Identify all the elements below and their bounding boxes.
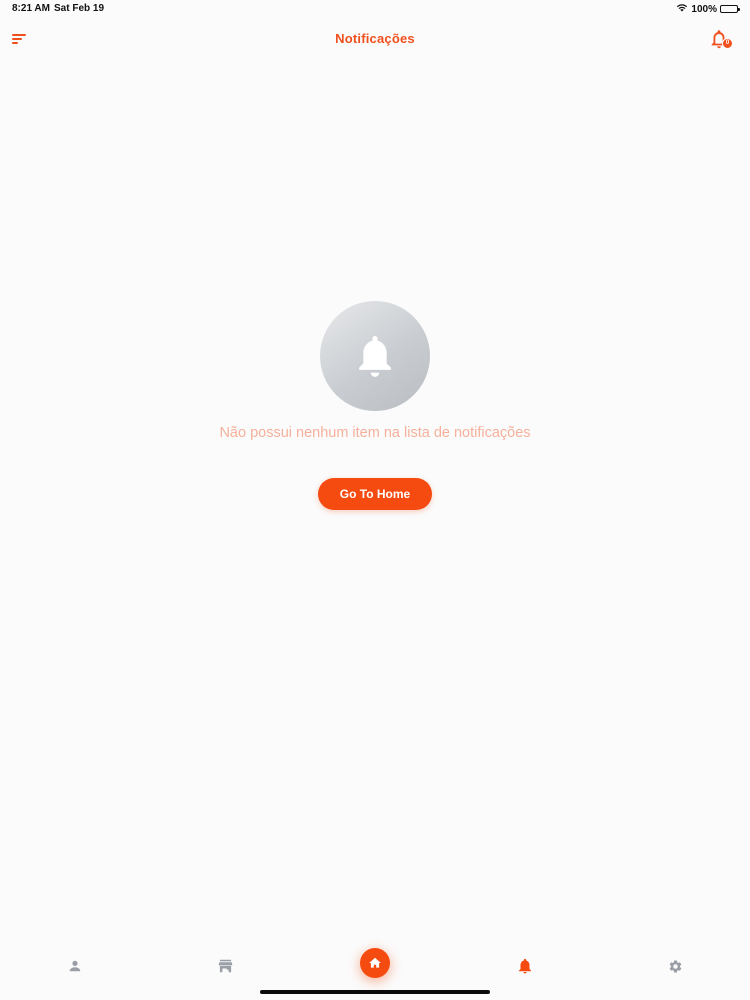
person-icon [69, 960, 81, 972]
nav-settings[interactable] [663, 954, 687, 978]
status-indicators: 100% [676, 3, 740, 15]
status-date: Sat Feb 19 [54, 3, 105, 14]
nav-notifications[interactable] [513, 954, 537, 978]
top-bar: Notificações 0 [0, 24, 750, 54]
nav-home[interactable] [360, 948, 390, 978]
notifications-button[interactable]: 0 [708, 28, 733, 50]
empty-state: Não possui nenhum item na lista de notif… [0, 301, 750, 510]
wifi-icon [676, 3, 688, 15]
battery-icon [720, 5, 740, 13]
empty-state-illustration [320, 301, 430, 411]
bell-icon [519, 958, 531, 974]
go-to-home-button[interactable]: Go To Home [318, 478, 432, 510]
bottom-nav [0, 930, 750, 1000]
home-icon [369, 957, 381, 968]
home-indicator [260, 990, 490, 994]
nav-store[interactable] [213, 954, 237, 978]
nav-profile[interactable] [63, 954, 87, 978]
bell-icon [359, 336, 391, 377]
status-time: 8:21 AM [12, 3, 50, 14]
notification-count-badge: 0 [722, 38, 733, 49]
battery-percent: 100% [691, 3, 717, 15]
store-icon [218, 959, 232, 973]
empty-state-message: Não possui nenhum item na lista de notif… [219, 425, 531, 441]
status-bar: 8:21 AM Sat Feb 19 100% [0, 0, 750, 18]
gear-icon [669, 960, 681, 972]
page-title: Notificações [335, 31, 415, 46]
